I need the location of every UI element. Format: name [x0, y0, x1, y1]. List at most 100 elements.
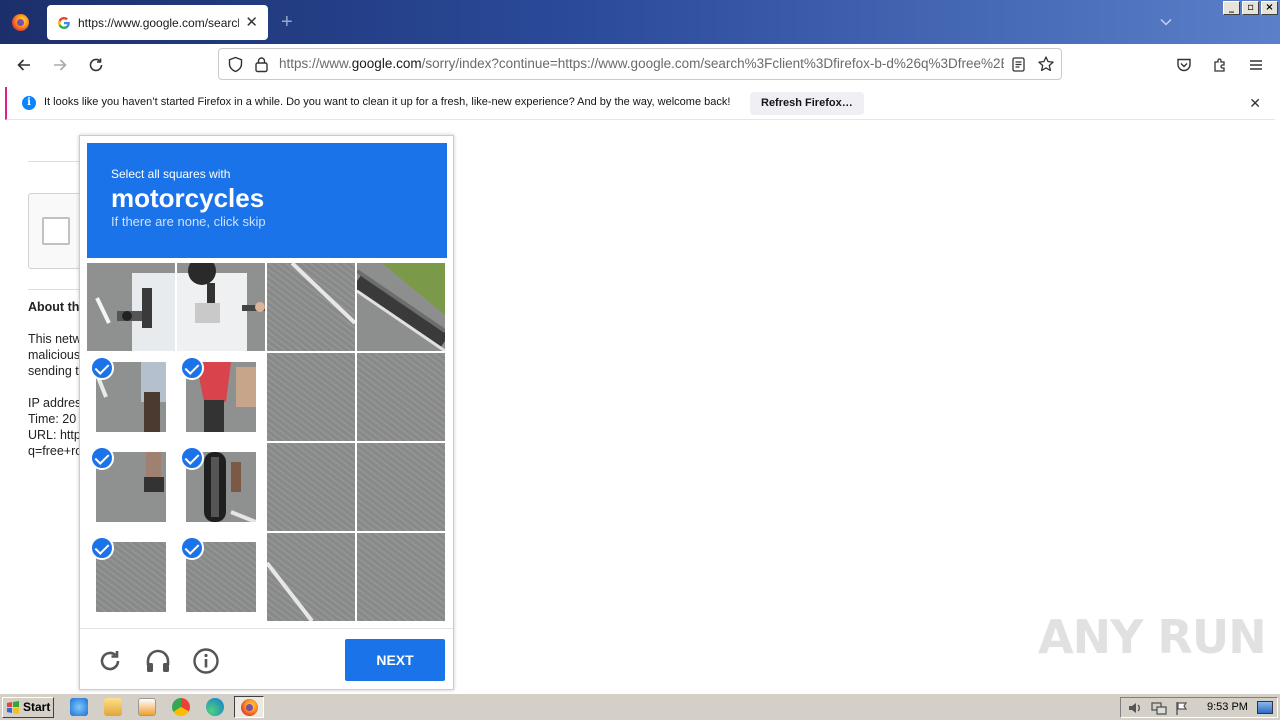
selected-check-icon [180, 356, 204, 380]
tile-image [357, 443, 445, 531]
back-button[interactable] [14, 55, 34, 75]
body-line: malicious [28, 348, 80, 362]
chrome-icon[interactable] [172, 698, 190, 716]
refresh-firefox-button[interactable]: Refresh Firefox… [750, 92, 864, 115]
challenge-target: motorcycles [111, 183, 265, 213]
url-text[interactable]: https://www.google.com/sorry/index?conti… [279, 56, 1004, 71]
firefox-taskbar-icon [241, 699, 258, 716]
network-icon[interactable] [1151, 701, 1167, 715]
grid-tile-selected[interactable] [177, 443, 265, 531]
media-player-icon[interactable] [138, 698, 156, 716]
tile-image [87, 263, 175, 351]
pocket-icon[interactable] [1175, 56, 1193, 74]
reader-view-icon[interactable] [1011, 56, 1026, 73]
bookmark-star-icon[interactable] [1037, 55, 1055, 73]
audio-challenge-headphones-icon[interactable] [144, 647, 172, 675]
tab-title: https://www.google.com/search?c [78, 15, 240, 30]
hamburger-menu-icon[interactable] [1247, 56, 1265, 74]
tracking-protection-shield-icon[interactable] [227, 56, 244, 73]
challenge-instruction: Select all squares with [111, 167, 231, 181]
grid-tile[interactable] [357, 353, 445, 441]
grid-tile[interactable] [267, 443, 355, 531]
challenge-hint: If there are none, click skip [111, 214, 266, 229]
file-explorer-icon[interactable] [104, 698, 122, 716]
tab-google-search[interactable]: https://www.google.com/search?c ✕ [47, 5, 268, 40]
info-icon: i [22, 96, 36, 110]
grid-tile[interactable] [357, 533, 445, 621]
time-line: Time: 20 [28, 412, 77, 426]
reload-button[interactable] [86, 55, 106, 75]
tile-image [267, 443, 355, 531]
start-button[interactable]: Start [2, 697, 54, 718]
list-all-tabs-icon[interactable] [1158, 14, 1174, 30]
grid-tile[interactable] [177, 263, 265, 351]
restore-button[interactable]: ▫ [1242, 1, 1259, 15]
selected-check-icon [180, 446, 204, 470]
challenge-header: Select all squares with motorcycles If t… [87, 143, 447, 258]
reload-icon [89, 58, 103, 72]
grid-tile-selected[interactable] [87, 533, 175, 621]
query-line: q=free+ro [28, 444, 80, 458]
firefox-logo-icon [11, 13, 29, 31]
windows-flag-icon [7, 701, 19, 714]
challenge-footer: NEXT [80, 628, 453, 690]
action-center-flag-icon[interactable] [1175, 701, 1189, 715]
selected-check-icon [180, 536, 204, 560]
tab-close-icon[interactable]: ✕ [245, 15, 258, 30]
next-button[interactable]: NEXT [345, 639, 445, 681]
url-line: URL: http [28, 428, 80, 442]
anyrun-watermark: ANY RUN [1038, 610, 1267, 664]
notification-bar: i It looks like you haven’t started Fire… [5, 87, 1275, 120]
tile-image [357, 353, 445, 441]
reload-challenge-icon[interactable] [96, 647, 124, 675]
edge-icon[interactable] [206, 698, 224, 716]
recaptcha-checkbox[interactable] [42, 217, 70, 245]
tile-image [357, 533, 445, 621]
ip-address-line: IP addres [28, 396, 80, 410]
grid-tile-selected[interactable] [87, 443, 175, 531]
tile-image [357, 263, 445, 351]
help-info-icon[interactable] [192, 647, 220, 675]
grid-tile[interactable] [267, 263, 355, 351]
lock-icon[interactable] [254, 56, 269, 73]
extensions-puzzle-icon[interactable] [1211, 56, 1229, 74]
grid-tile-selected[interactable] [177, 353, 265, 441]
navigation-toolbar: https://www.google.com/sorry/index?conti… [0, 44, 1280, 86]
windows-taskbar: Start 9:53 PM [0, 693, 1280, 720]
show-desktop-icon[interactable] [1257, 701, 1273, 714]
grid-tile-selected[interactable] [177, 533, 265, 621]
grid-tile[interactable] [357, 443, 445, 531]
selected-check-icon [90, 536, 114, 560]
selected-check-icon [90, 356, 114, 380]
firefox-menu-button[interactable] [0, 0, 40, 44]
internet-explorer-icon[interactable] [70, 698, 88, 716]
forward-arrow-icon [54, 59, 67, 71]
close-window-button[interactable]: × [1261, 1, 1278, 15]
url-bar[interactable]: https://www.google.com/sorry/index?conti… [218, 48, 1062, 80]
grid-tile[interactable] [87, 263, 175, 351]
url-domain: google.com [351, 56, 422, 71]
grid-tile-selected[interactable] [87, 353, 175, 441]
selected-check-icon [90, 446, 114, 470]
recaptcha-challenge-dialog: Select all squares with motorcycles If t… [79, 135, 454, 690]
new-tab-button[interactable]: + [281, 10, 293, 34]
notification-message: It looks like you haven’t started Firefo… [44, 96, 731, 108]
forward-button[interactable] [50, 55, 70, 75]
tile-image [177, 263, 265, 351]
system-tray: 9:53 PM [1120, 697, 1278, 718]
grid-tile[interactable] [267, 533, 355, 621]
grid-tile[interactable] [357, 263, 445, 351]
back-arrow-icon [17, 59, 30, 71]
volume-icon[interactable] [1127, 701, 1143, 715]
notification-close-icon[interactable]: ✕ [1249, 95, 1261, 112]
grid-tile[interactable] [267, 353, 355, 441]
challenge-image-grid [87, 263, 447, 623]
minimize-button[interactable]: _ [1223, 1, 1240, 15]
body-line: sending t [28, 364, 79, 378]
tile-image [267, 353, 355, 441]
url-prefix: https://www. [279, 56, 352, 71]
firefox-taskbar-button[interactable] [234, 696, 264, 718]
google-favicon-icon [58, 16, 70, 29]
taskbar-clock: 9:53 PM [1207, 701, 1248, 713]
url-path: /sorry/index?continue=https://www.google… [421, 56, 1004, 71]
